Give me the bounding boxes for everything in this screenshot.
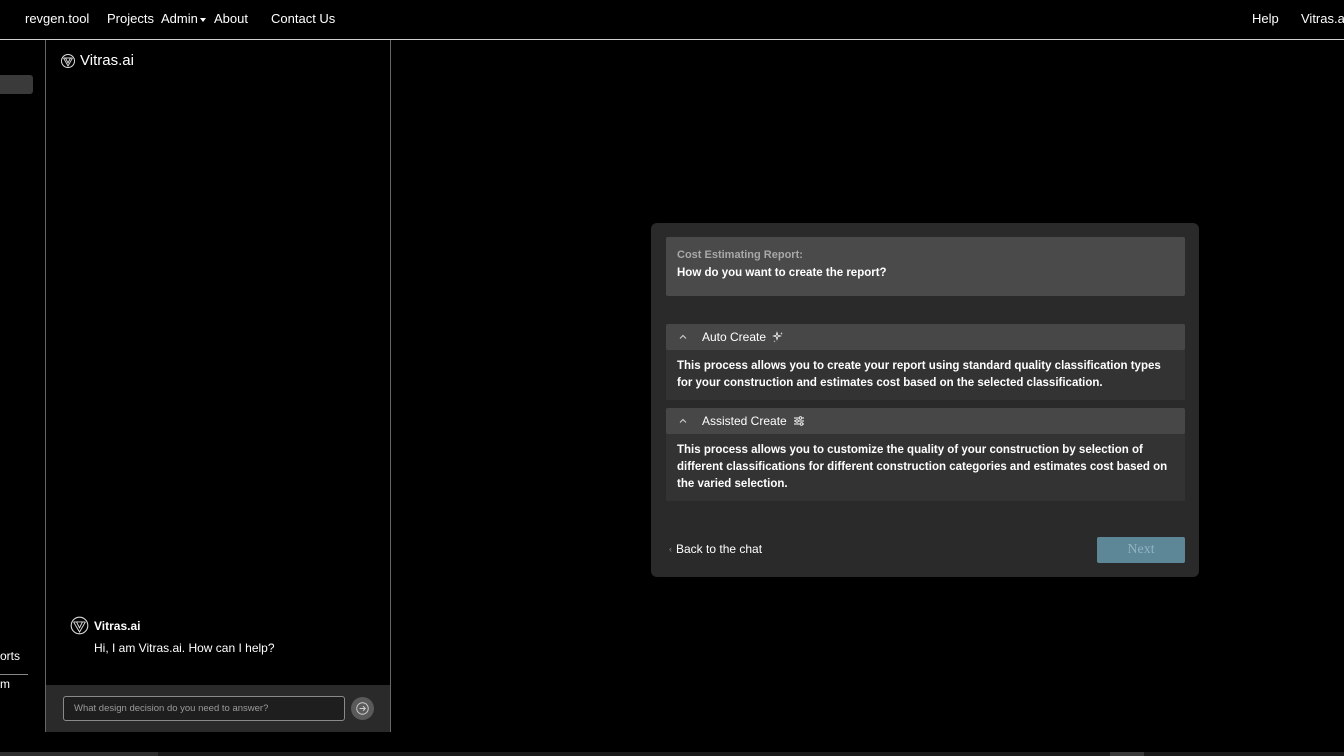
- auto-create-description: This process allows you to create your r…: [666, 350, 1185, 400]
- brand-link[interactable]: revgen.tool: [25, 11, 89, 26]
- chevron-left-icon: ‹: [669, 544, 672, 554]
- top-nav: revgen.tool Projects Admin About Contact…: [0, 0, 1344, 40]
- option-assisted-create: Assisted Create This process allows you …: [666, 408, 1185, 501]
- assisted-create-label: Assisted Create: [702, 414, 787, 428]
- back-to-chat-label: Back to the chat: [676, 542, 763, 556]
- chevron-up-icon: [679, 334, 687, 339]
- auto-create-label: Auto Create: [702, 330, 767, 344]
- modal-subtitle: Cost Estimating Report:: [677, 249, 803, 261]
- sidebar-active-item[interactable]: [0, 75, 33, 94]
- left-sidebar: orts m: [0, 41, 45, 731]
- vitras-logo-icon: [61, 53, 75, 68]
- chat-header: Vitras.ai: [60, 52, 134, 69]
- vitras-avatar-icon: [70, 616, 89, 635]
- bottom-scroll-thumb[interactable]: [1110, 752, 1144, 756]
- send-button[interactable]: [351, 697, 374, 720]
- nav-user[interactable]: Vitras.ai: [1301, 11, 1344, 26]
- bottom-scroll-segment[interactable]: [0, 752, 158, 756]
- sparkles-icon: [772, 331, 784, 343]
- option-auto-create: Auto Create This process allows you to c…: [666, 324, 1185, 400]
- sidebar-divider: [0, 674, 28, 675]
- modal-header: Cost Estimating Report: How do you want …: [666, 237, 1185, 296]
- message-text: Hi, I am Vitras.ai. How can I help?: [94, 641, 275, 655]
- nav-admin-dropdown[interactable]: Admin: [161, 11, 206, 26]
- sliders-icon: [793, 416, 804, 426]
- chat-input[interactable]: [63, 696, 345, 721]
- sidebar-item-reports[interactable]: orts: [0, 649, 20, 663]
- chat-message: Vitras.ai Hi, I am Vitras.ai. How can I …: [70, 616, 370, 655]
- sidebar-item-other[interactable]: m: [0, 677, 10, 691]
- nav-admin-label: Admin: [161, 11, 198, 26]
- chat-brand: Vitras.ai: [80, 52, 134, 69]
- assisted-create-description: This process allows you to customize the…: [666, 434, 1185, 501]
- auto-create-toggle[interactable]: Auto Create: [666, 324, 1185, 350]
- chat-input-bar: [46, 685, 390, 732]
- caret-down-icon: [199, 17, 206, 22]
- chat-panel: Vitras.ai Vitras.ai Hi, I am Vitras.ai. …: [45, 40, 391, 732]
- nav-projects[interactable]: Projects: [107, 11, 154, 26]
- back-to-chat-link[interactable]: ‹ Back to the chat: [669, 542, 762, 556]
- chevron-up-icon: [679, 418, 687, 423]
- next-button[interactable]: Next: [1097, 537, 1185, 563]
- message-author: Vitras.ai: [94, 618, 141, 633]
- nav-help[interactable]: Help: [1252, 11, 1279, 26]
- assisted-create-toggle[interactable]: Assisted Create: [666, 408, 1185, 434]
- nav-about[interactable]: About: [214, 11, 248, 26]
- arrow-right-icon: [356, 702, 369, 715]
- modal-title: How do you want to create the report?: [677, 267, 887, 279]
- nav-contact[interactable]: Contact Us: [271, 11, 335, 26]
- report-creation-modal: Cost Estimating Report: How do you want …: [651, 223, 1199, 577]
